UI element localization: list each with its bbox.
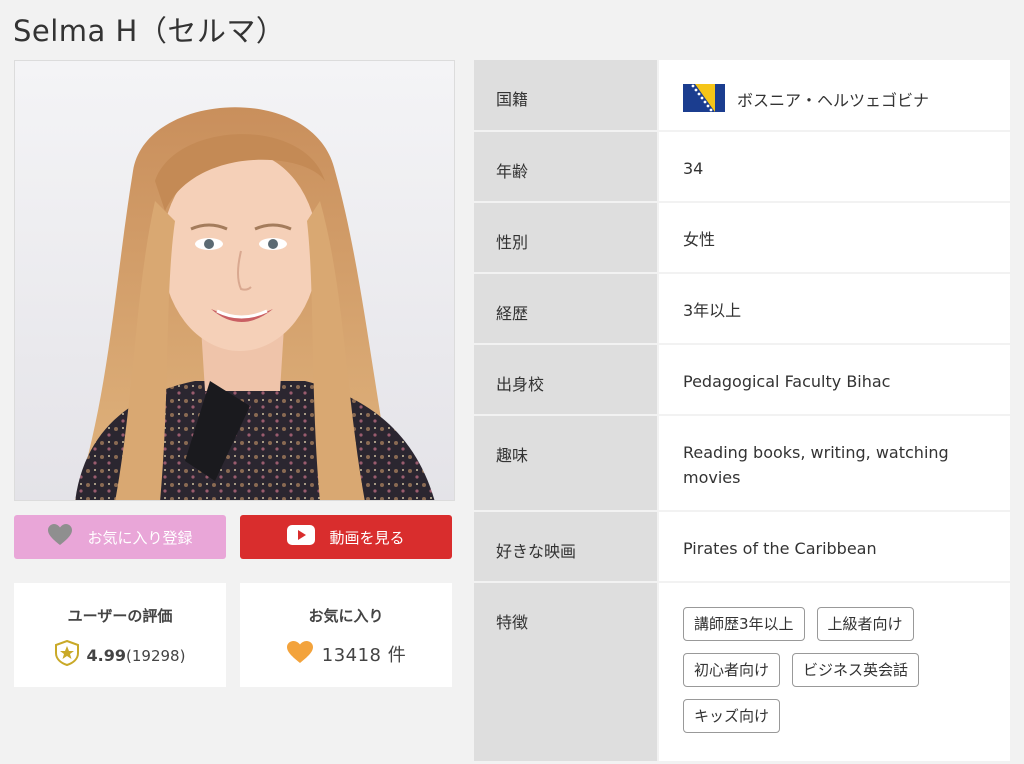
rating-count: (19298) (126, 646, 186, 665)
feature-tag[interactable]: 上級者向け (816, 607, 914, 641)
bosnia-flag-icon (683, 84, 725, 119)
info-value: 34 (659, 132, 1010, 201)
user-rating-card: ユーザーの評価 4.99(19298) (14, 583, 226, 687)
teacher-photo (14, 60, 455, 501)
info-row-nationality: 国籍 ボスニア・ヘルツェゴビナ (474, 60, 1010, 130)
watch-video-label: 動画を見る (329, 528, 405, 547)
shield-star-icon (54, 639, 79, 670)
info-label: 出身校 (474, 345, 657, 414)
info-label: 年齢 (474, 132, 657, 201)
feature-tag[interactable]: 初心者向け (683, 653, 781, 687)
info-value: 3年以上 (659, 274, 1010, 343)
feature-tag[interactable]: 講師歴3年以上 (683, 607, 805, 641)
heart-icon (286, 640, 314, 668)
info-value: Pedagogical Faculty Bihac (659, 345, 1010, 414)
info-row-experience: 経歴 3年以上 (474, 274, 1010, 343)
info-row-hobbies: 趣味 Reading books, writing, watching movi… (474, 416, 1010, 510)
heart-icon (47, 523, 73, 551)
watch-video-button[interactable]: 動画を見る (240, 515, 452, 559)
info-row-features: 特徴 講師歴3年以上 上級者向け 初心者向け ビジネス英会話 キッズ向け (474, 583, 1010, 761)
info-label: 好きな映画 (474, 512, 657, 581)
page-title: Selma H（セルマ） (13, 14, 286, 48)
info-value: 講師歴3年以上 上級者向け 初心者向け ビジネス英会話 キッズ向け (659, 583, 1010, 761)
info-row-gender: 性別 女性 (474, 203, 1010, 272)
info-value: 女性 (659, 203, 1010, 272)
info-label: 経歴 (474, 274, 657, 343)
info-row-school: 出身校 Pedagogical Faculty Bihac (474, 345, 1010, 414)
rating-score: 4.99 (86, 645, 127, 665)
favorites-count: 13418 件 (321, 645, 407, 666)
info-row-age: 年齢 34 (474, 132, 1010, 201)
rating-title: ユーザーの評価 (67, 607, 173, 625)
feature-tag[interactable]: ビジネス英会話 (792, 653, 920, 687)
add-favorite-label: お気に入り登録 (87, 528, 193, 547)
nationality-value: ボスニア・ヘルツェゴビナ (737, 91, 930, 110)
profile-info-table: 国籍 ボスニア・ヘルツェゴビナ 年齢 34 性別 女性 経歴 3年以上 出身校 … (474, 60, 1010, 761)
add-favorite-button[interactable]: お気に入り登録 (14, 515, 226, 559)
info-label: 国籍 (474, 60, 657, 130)
feature-tags: 講師歴3年以上 上級者向け 初心者向け ビジネス英会話 キッズ向け (683, 607, 983, 733)
info-value: Reading books, writing, watching movies (659, 416, 1010, 510)
info-label: 特徴 (474, 583, 657, 761)
favorites-title: お気に入り (308, 607, 384, 625)
info-value: ボスニア・ヘルツェゴビナ (659, 60, 1010, 130)
info-value: Pirates of the Caribbean (659, 512, 1010, 581)
play-icon (287, 525, 316, 549)
info-row-favorite-movie: 好きな映画 Pirates of the Caribbean (474, 512, 1010, 581)
feature-tag[interactable]: キッズ向け (683, 699, 781, 733)
favorites-card: お気に入り 13418 件 (240, 583, 452, 687)
info-label: 趣味 (474, 416, 657, 510)
info-label: 性別 (474, 203, 657, 272)
